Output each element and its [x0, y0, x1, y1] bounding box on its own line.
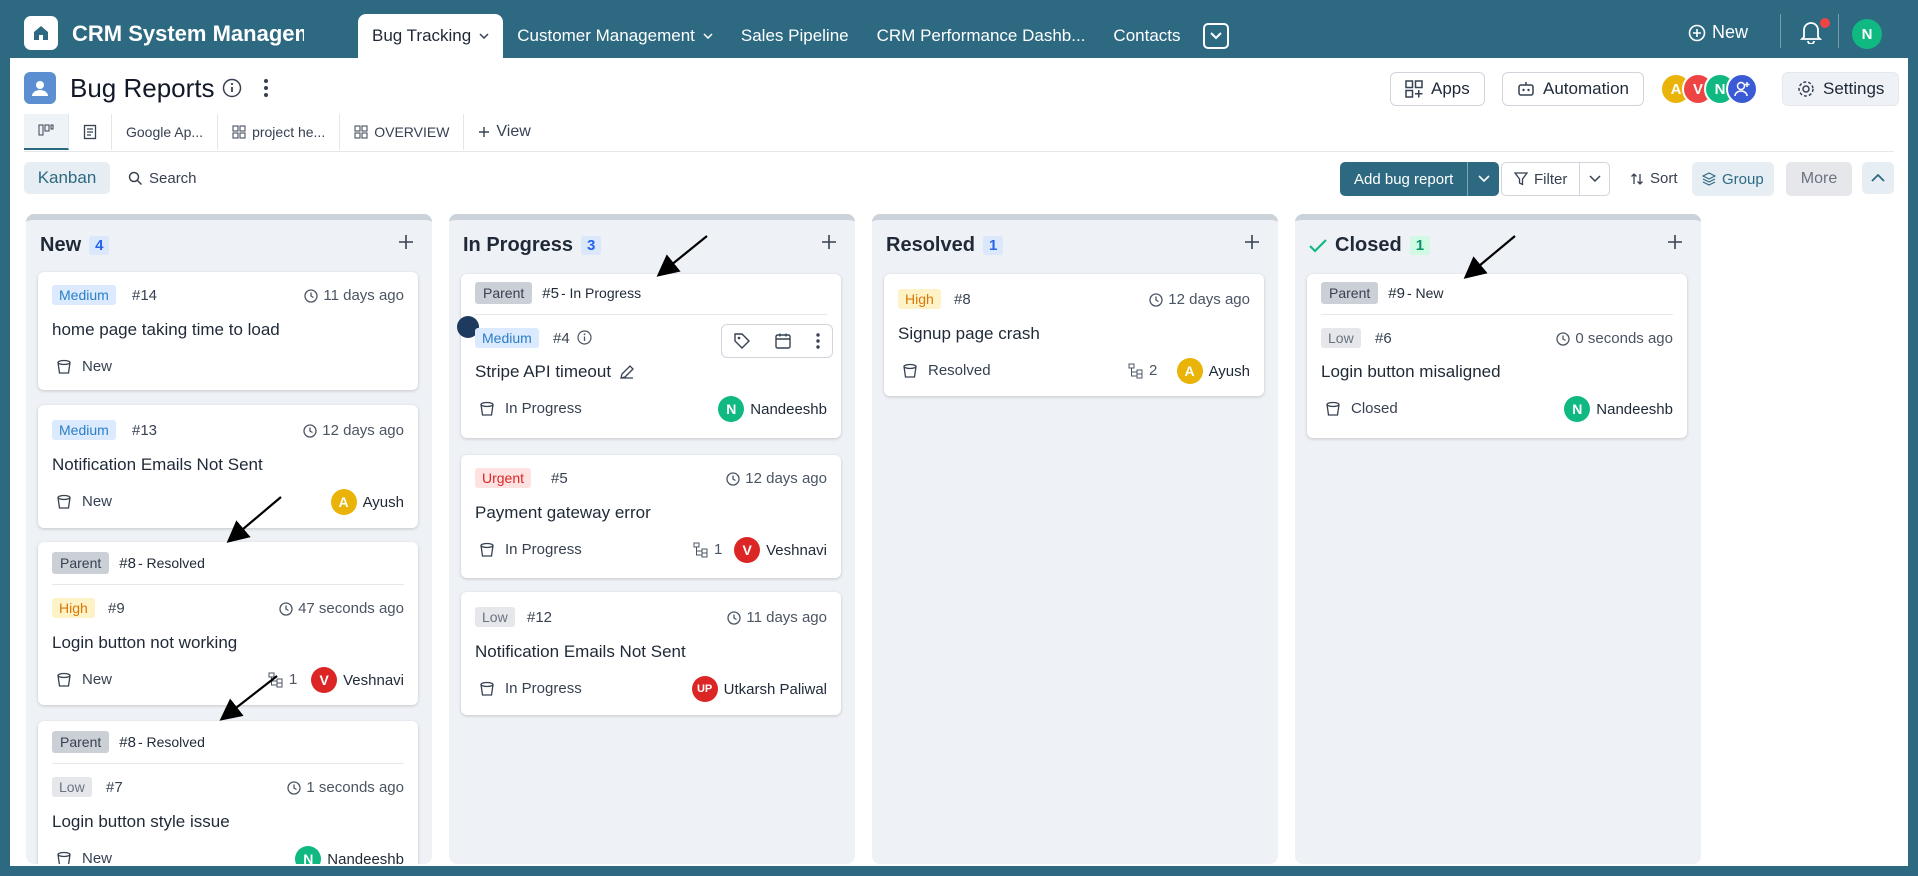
annotation-arrow: [1463, 235, 1516, 279]
annotation-arrow: [656, 235, 708, 277]
annotation-arrows: [219, 235, 1516, 721]
annotation-arrow: [219, 675, 278, 721]
annotation-arrow: [226, 496, 282, 543]
